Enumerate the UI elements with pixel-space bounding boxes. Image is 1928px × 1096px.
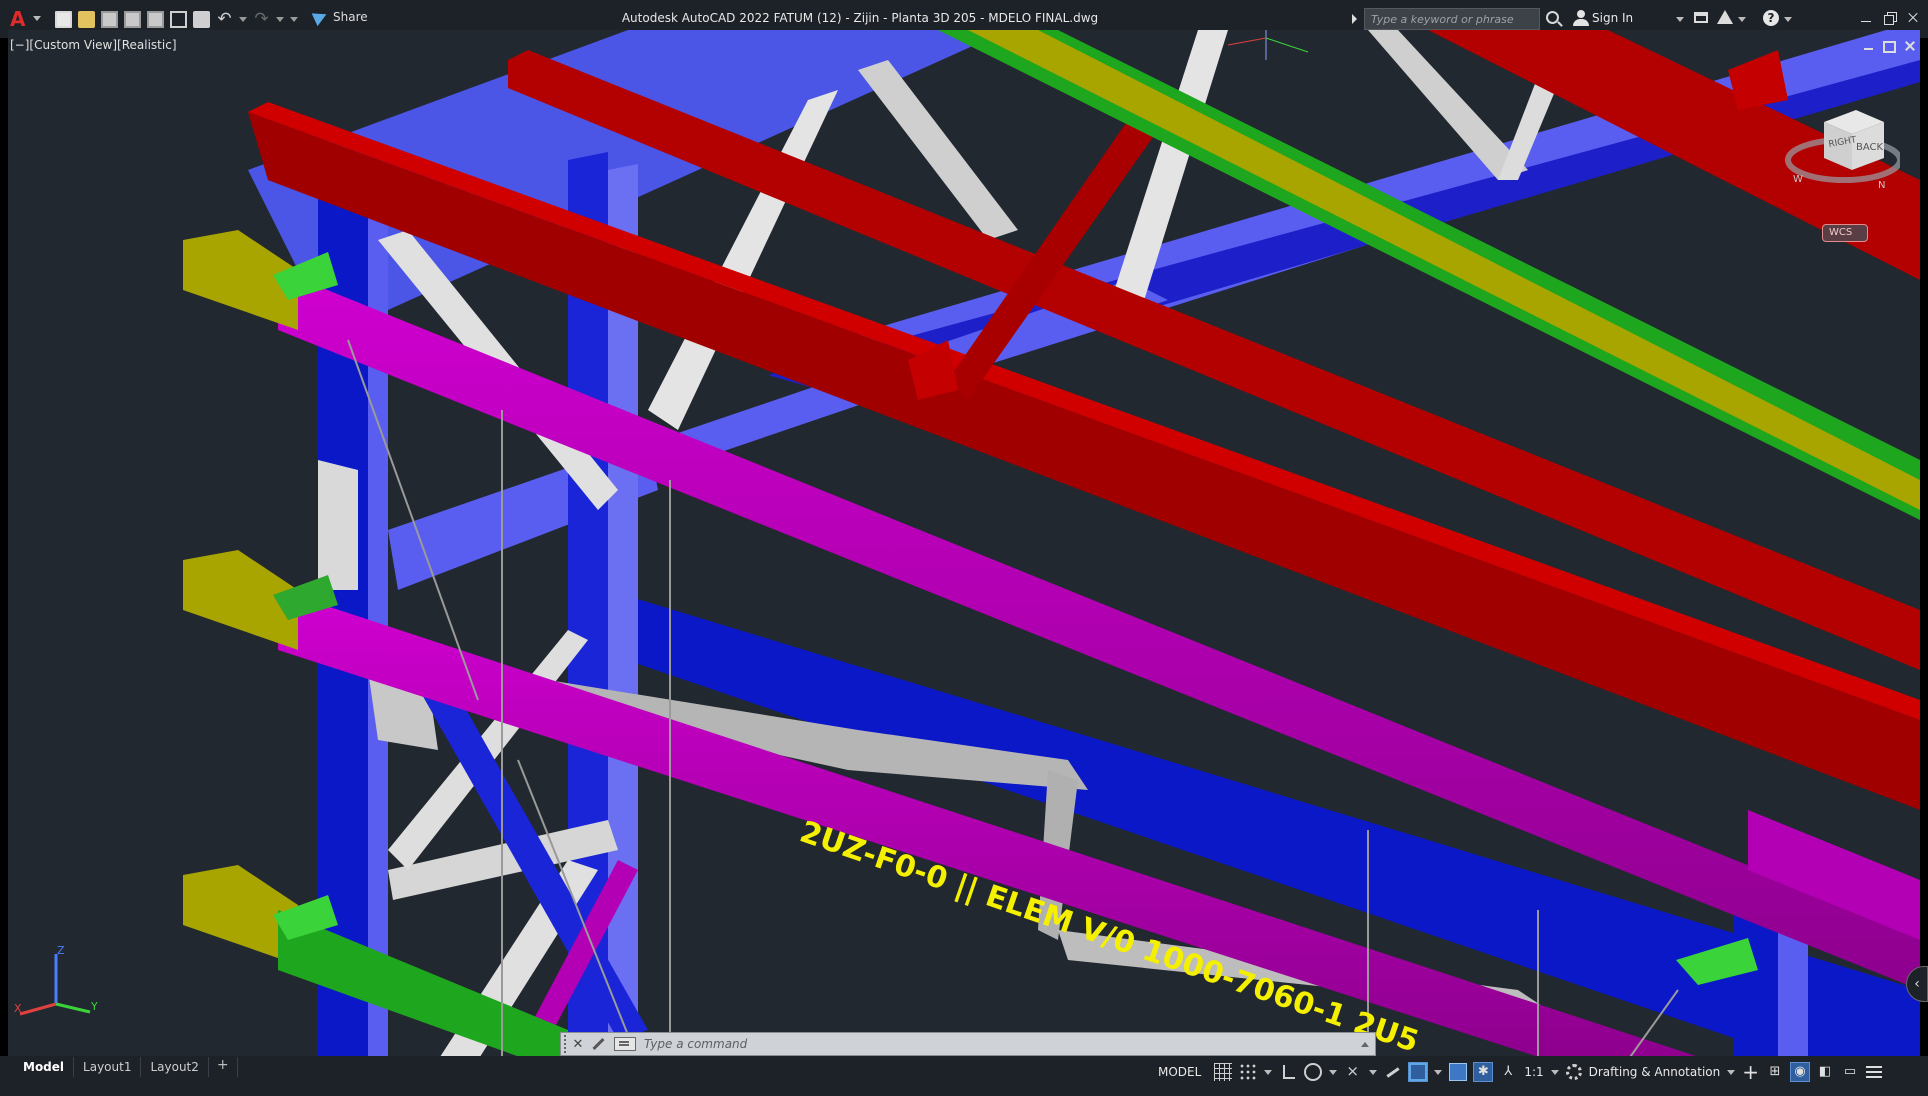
- window-title: Autodesk AutoCAD 2022 FATUM (12) - Zijin…: [621, 11, 1099, 25]
- customization-menu-icon[interactable]: [1866, 1066, 1882, 1078]
- workspace-caret-icon[interactable]: [1727, 1069, 1736, 1075]
- layout-tabs: Model Layout1 Layout2 +: [14, 1057, 238, 1077]
- model-3d-view[interactable]: 2UZ-F0-0 || ELEM V/0 1000-7060-1 2U5: [8, 30, 1920, 1060]
- tab-layout1[interactable]: Layout1: [74, 1057, 142, 1077]
- user-icon[interactable]: [1573, 10, 1589, 26]
- search-input[interactable]: Type a keyword or phrase: [1364, 8, 1540, 30]
- drawing-close-button[interactable]: [1903, 40, 1917, 52]
- ortho-mode-icon[interactable]: [1279, 1063, 1297, 1081]
- sign-in-caret-icon[interactable]: [1676, 17, 1684, 22]
- polar-caret-icon[interactable]: [1329, 1069, 1338, 1075]
- snap-mode-icon[interactable]: [1239, 1063, 1258, 1081]
- tab-model[interactable]: Model: [14, 1057, 75, 1077]
- new-icon[interactable]: [55, 10, 72, 28]
- workspace-dropdown[interactable]: Drafting & Annotation: [1589, 1065, 1721, 1079]
- viewport-controls-label[interactable]: [−][Custom View][Realistic]: [10, 38, 177, 52]
- redo-icon[interactable]: ↷: [253, 10, 270, 28]
- customize-toolbar-caret-icon[interactable]: [290, 16, 298, 22]
- command-line-customize-icon[interactable]: [590, 1036, 606, 1052]
- command-line[interactable]: ✕ Type a command: [560, 1032, 1376, 1056]
- lineweight-icon[interactable]: [1384, 1063, 1402, 1081]
- redo-dropdown-caret-icon[interactable]: [276, 16, 284, 22]
- cart-icon[interactable]: [1694, 12, 1708, 23]
- clean-screen-icon[interactable]: ▭: [1841, 1063, 1859, 1081]
- selection-cycling-caret-icon[interactable]: [1434, 1069, 1443, 1075]
- open-icon[interactable]: [78, 10, 95, 28]
- isolate-objects-icon[interactable]: ◉: [1790, 1062, 1810, 1082]
- command-line-close-icon[interactable]: ✕: [570, 1037, 586, 1052]
- grey-plate[interactable]: [318, 460, 358, 590]
- grid-icon[interactable]: [1214, 1063, 1233, 1081]
- application-menu-button[interactable]: A: [10, 8, 34, 30]
- ucs-icon: Z X Y: [14, 944, 98, 1016]
- wcs-menu-button[interactable]: WCS: [1822, 224, 1868, 242]
- ucs-z-label: Z: [57, 944, 65, 957]
- window-restore-button[interactable]: [1880, 9, 1900, 27]
- recent-commands-icon[interactable]: [614, 1037, 636, 1051]
- add-layout-button[interactable]: +: [209, 1057, 238, 1077]
- viewcube-back-face[interactable]: BACK: [1856, 142, 1884, 153]
- annotation-scale-dropdown[interactable]: 1:1: [1524, 1065, 1543, 1079]
- model-space-toggle[interactable]: MODEL: [1152, 1063, 1207, 1081]
- ucs-y-label: Y: [90, 1000, 98, 1013]
- viewcube-compass-w[interactable]: W: [1793, 174, 1803, 185]
- viewcube-compass-n[interactable]: N: [1878, 180, 1885, 191]
- undo-icon[interactable]: ↶: [216, 10, 233, 28]
- osnap-caret-icon[interactable]: [1369, 1069, 1378, 1075]
- plot-icon[interactable]: [193, 10, 210, 28]
- window-minimize-button[interactable]: [1856, 9, 1876, 27]
- save-as-icon[interactable]: [124, 10, 141, 28]
- application-menu-caret-icon[interactable]: [33, 16, 41, 21]
- red-bracket[interactable]: [1728, 50, 1788, 110]
- window-close-button[interactable]: [1903, 9, 1923, 27]
- plot-preview-icon[interactable]: [170, 10, 187, 28]
- snap-caret-icon[interactable]: [1264, 1069, 1273, 1075]
- object-snap-tracking-icon[interactable]: [1344, 1062, 1362, 1081]
- save-to-web-icon[interactable]: [147, 10, 164, 28]
- tab-layout2[interactable]: Layout2: [141, 1057, 209, 1077]
- hardware-acceleration-icon[interactable]: ◧: [1816, 1063, 1834, 1081]
- app-store-caret-icon[interactable]: [1738, 17, 1746, 22]
- share-button[interactable]: Share: [311, 7, 368, 27]
- ucs-top-line: [1227, 37, 1267, 46]
- viewcube-icon[interactable]: RIGHT BACK W N: [1780, 100, 1900, 200]
- annotation-visibility-icon[interactable]: ⅄: [1499, 1063, 1517, 1081]
- share-label: Share: [333, 10, 368, 24]
- units-icon[interactable]: ⊞: [1766, 1063, 1784, 1081]
- quick-access-toolbar: ↶ ↷: [55, 9, 298, 29]
- annotation-scale-caret-icon[interactable]: [1550, 1069, 1559, 1075]
- help-icon[interactable]: ?: [1763, 10, 1779, 26]
- drawing-restore-button[interactable]: [1882, 40, 1896, 53]
- annotation-monitor-icon[interactable]: +: [1742, 1062, 1759, 1082]
- ucs-x-label: X: [14, 1002, 22, 1015]
- polar-tracking-icon[interactable]: [1304, 1063, 1323, 1081]
- ucs-top-line: [1265, 37, 1309, 53]
- selection-filter-icon[interactable]: [1449, 1063, 1468, 1081]
- transparency-icon[interactable]: [1408, 1062, 1429, 1082]
- sign-in-button[interactable]: Sign In: [1592, 11, 1633, 25]
- drawing-viewport[interactable]: 2UZ-F0-0 || ELEM V/0 1000-7060-1 2U5: [8, 30, 1920, 1060]
- search-expand-icon[interactable]: [1352, 14, 1357, 24]
- undo-dropdown-caret-icon[interactable]: [239, 16, 247, 22]
- command-history-caret-icon[interactable]: [1361, 1041, 1369, 1047]
- save-icon[interactable]: [101, 10, 118, 28]
- help-caret-icon[interactable]: [1784, 17, 1792, 22]
- share-icon: [311, 7, 330, 27]
- workspace-switching-icon[interactable]: [1565, 1064, 1582, 1080]
- gizmo-icon[interactable]: ✱: [1473, 1062, 1494, 1082]
- command-input[interactable]: Type a command: [644, 1037, 1361, 1051]
- autodesk-app-store-icon[interactable]: [1717, 10, 1733, 24]
- search-icon[interactable]: [1546, 11, 1559, 24]
- drawing-minimize-button[interactable]: [1862, 40, 1876, 52]
- status-bar-tools: MODEL ✱ ⅄ 1:1 Drafting & Annotation + ⊞ …: [1152, 1060, 1882, 1084]
